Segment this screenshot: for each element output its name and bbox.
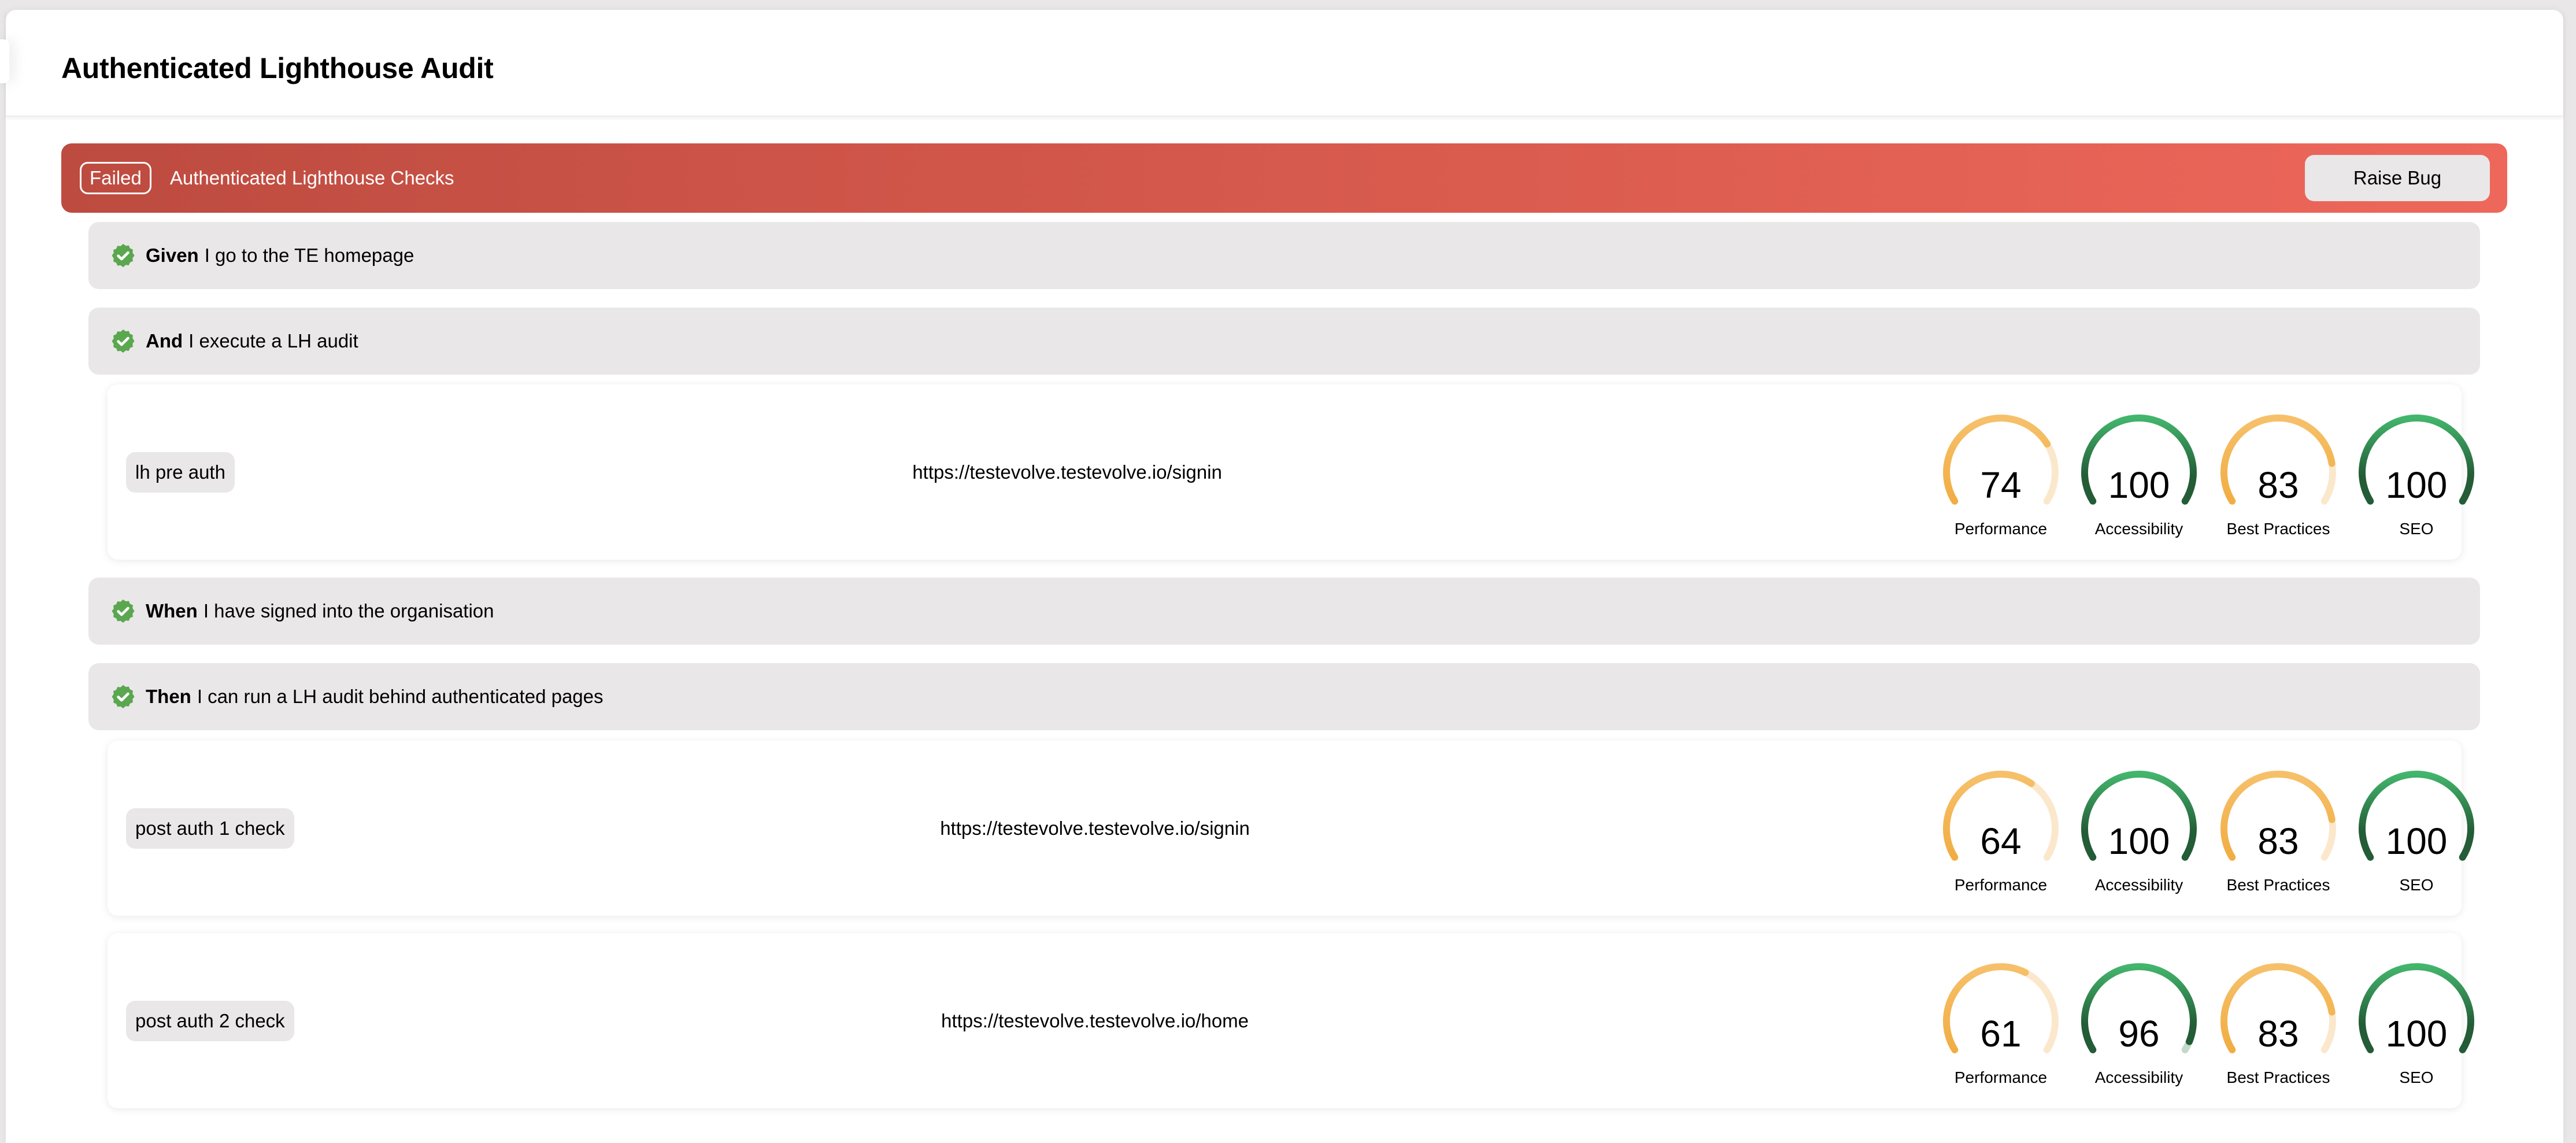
gauge-label: Best Practices [2226, 520, 2330, 538]
page-title: Authenticated Lighthouse Audit [61, 52, 494, 84]
step-text: I can run a LH audit behind authenticate… [197, 686, 604, 707]
gauge-best-practices[interactable]: 83 Best Practices [2215, 409, 2342, 553]
gauge-best-practices[interactable]: 83 Best Practices [2215, 957, 2342, 1102]
gauge-label: Best Practices [2226, 876, 2330, 894]
side-panel-toggle[interactable] [0, 39, 9, 83]
score-gauges: 64 Performance 100 Accessibility 83 Best Prac… [1900, 741, 2474, 916]
gauge-performance[interactable]: 74 Performance [1937, 409, 2064, 553]
gauge-score: 96 [2118, 1013, 2160, 1055]
gauge-label: Best Practices [2226, 1068, 2330, 1086]
gauge-score: 83 [2257, 464, 2299, 506]
check-badge-icon [112, 329, 135, 353]
gauge-score: 100 [2108, 464, 2170, 506]
gauge-accessibility[interactable]: 100 Accessibility [2075, 765, 2203, 909]
gauge-score: 100 [2108, 820, 2170, 862]
gauge-seo[interactable]: 100 SEO [2353, 957, 2480, 1102]
gauge-score: 83 [2257, 1013, 2299, 1055]
lighthouse-result-card: post auth 2 check https://testevolve.tes… [108, 933, 2474, 1108]
gauge-accessibility[interactable]: 96 Accessibility [2075, 957, 2203, 1102]
gauge-score: 100 [2385, 820, 2448, 862]
gauge-label: SEO [2399, 876, 2434, 894]
gauge-accessibility[interactable]: 100 Accessibility [2075, 409, 2203, 553]
gauge-best-practices[interactable]: 83 Best Practices [2215, 765, 2342, 909]
result-tag: post auth 2 check [126, 1000, 294, 1041]
check-badge-icon [112, 243, 135, 268]
result-url[interactable]: https://testevolve.testevolve.io/signin [912, 461, 1222, 483]
check-badge-icon [112, 685, 135, 709]
step-then: Then I can run a LH audit behind authent… [88, 663, 2480, 730]
step-text: I have signed into the organisation [203, 600, 494, 622]
page-header: Authenticated Lighthouse Audit [6, 10, 2563, 116]
result-tag: lh pre auth [126, 452, 235, 493]
step-text: I execute a LH audit [188, 330, 358, 352]
lighthouse-result-card: lh pre auth https://testevolve.testevolv… [108, 384, 2474, 560]
gauge-label: Accessibility [2094, 1068, 2183, 1086]
step-keyword: When [146, 600, 198, 622]
gauge-label: Performance [1954, 876, 2048, 894]
step-keyword: Given [146, 245, 199, 266]
gauge-seo[interactable]: 100 SEO [2353, 409, 2480, 553]
check-badge-icon [112, 599, 135, 623]
step-keyword: Then [146, 686, 191, 707]
score-gauges: 61 Performance 96 Accessibility 83 Best Pract… [1900, 933, 2474, 1108]
lighthouse-result-card: post auth 1 check https://testevolve.tes… [108, 741, 2474, 916]
step-text: I go to the TE homepage [204, 245, 414, 266]
gauge-label: SEO [2399, 1068, 2434, 1086]
raise-bug-button[interactable]: Raise Bug [2305, 155, 2490, 201]
gauge-label: Accessibility [2094, 520, 2183, 538]
scenario-title: Authenticated Lighthouse Checks [169, 167, 454, 188]
gauge-score: 100 [2385, 1013, 2448, 1055]
report-page: Authenticated Lighthouse Audit Failed Au… [6, 10, 2563, 1143]
step-when: When I have signed into the organisation [88, 578, 2480, 645]
gauge-score: 83 [2257, 820, 2299, 862]
result-url[interactable]: https://testevolve.testevolve.io/home [941, 1010, 1249, 1032]
result-tag: post auth 1 check [126, 808, 294, 849]
result-url[interactable]: https://testevolve.testevolve.io/signin [940, 818, 1250, 839]
step-and: And I execute a LH audit [88, 308, 2480, 375]
gauge-label: Performance [1954, 520, 2048, 538]
gauge-performance[interactable]: 64 Performance [1937, 765, 2064, 909]
gauge-score: 61 [1980, 1013, 2022, 1055]
scenario-banner: Failed Authenticated Lighthouse Checks R… [61, 143, 2507, 213]
gauge-score: 64 [1980, 820, 2022, 862]
gauge-label: Performance [1954, 1068, 2048, 1086]
gauge-label: Accessibility [2094, 876, 2183, 894]
gauge-label: SEO [2399, 520, 2434, 538]
status-badge: Failed [80, 162, 151, 194]
gauge-score: 74 [1980, 464, 2022, 506]
gauge-seo[interactable]: 100 SEO [2353, 765, 2480, 909]
gauge-performance[interactable]: 61 Performance [1937, 957, 2064, 1102]
step-keyword: And [146, 330, 183, 352]
score-gauges: 74 Performance 100 Accessibility 83 Best Prac… [1900, 384, 2474, 560]
step-given: Given I go to the TE homepage [88, 222, 2480, 289]
gauge-score: 100 [2385, 464, 2448, 506]
